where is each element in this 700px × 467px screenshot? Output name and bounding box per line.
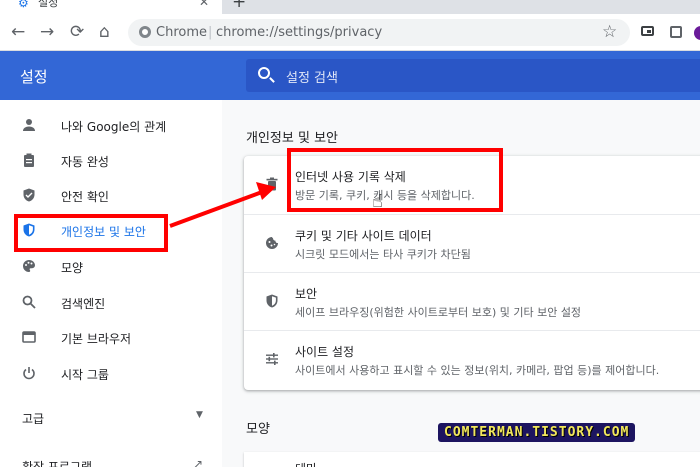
tab-close-icon[interactable]: ✕ [199,0,209,8]
sidebar-item-default-browser[interactable]: 기본 브라우저 [0,321,222,355]
row-title: 사이트 설정 [295,345,355,359]
row-description: 시크릿 모드에서는 타사 쿠키가 차단됨 [295,248,471,261]
sidebar-item-label: 나와 Google의 관계 [61,120,167,134]
sidebar-item-label: 자동 완성 [61,155,109,169]
omnibox-separator: | [208,25,213,40]
annotation-box-row [287,148,503,212]
sidebar-item-label: 안전 확인 [61,190,109,204]
settings-header: 설정 설정 검색 [0,51,700,100]
section-title: 개인정보 및 보안 [246,131,338,146]
chevron-down-icon[interactable]: ▼ [196,410,203,420]
search-icon [21,295,37,311]
browser-icon [21,330,37,346]
sidebar-item-you-and-google[interactable]: 나와 Google의 관계 [0,109,222,143]
row-cookies[interactable]: 쿠키 및 기타 사이트 데이터 시크릿 모드에서는 타사 쿠키가 차단됨 [244,214,700,272]
tab-title: 설정 [38,0,59,9]
home-icon[interactable]: ⌂ [99,22,110,42]
sidebar-item-appearance[interactable]: 모양 [0,250,222,284]
sidebar-advanced[interactable]: 고급 [22,410,44,427]
sidebar-item-on-startup[interactable]: 시작 그룹 [0,357,222,391]
bookmark-star-icon[interactable]: ☆ [602,22,617,42]
site-label: Chrome [156,25,207,40]
row-description: 사이트에서 사용하고 표시할 수 있는 정보(위치, 카메라, 팝업 등)를 제… [295,364,660,377]
row-security[interactable]: 보안 세이프 브라우징(위험한 사이트로부터 보호) 및 기타 보안 설정 [244,272,700,330]
hand-cursor-icon: ☝ [372,191,383,212]
chrome-icon [139,26,151,38]
back-icon[interactable]: ← [11,22,25,42]
appearance-card: 테마 [244,452,700,467]
sidebar-item-label: 모양 [61,261,84,275]
extension-icon[interactable] [670,26,682,38]
shield-icon [264,294,280,310]
sidebar-item-search-engine[interactable]: 검색엔진 [0,286,222,320]
sidebar-item-autofill[interactable]: 자동 완성 [0,144,222,178]
sidebar-item-safety-check[interactable]: 안전 확인 [0,179,222,213]
url-text[interactable]: chrome://settings/privacy [216,25,382,40]
media-icon[interactable] [641,26,654,36]
tab-strip: ⚙ 설정 ✕ + [0,0,700,14]
row-title: 보안 [295,287,318,301]
theme-row[interactable]: 테마 [295,460,317,467]
shield-check-icon [21,188,37,204]
sidebar-item-label: 시작 그룹 [61,368,109,382]
gear-icon: ⚙ [18,0,29,10]
cookie-icon [264,236,280,252]
row-title: 쿠키 및 기타 사이트 데이터 [295,229,432,243]
address-bar[interactable]: Chrome | chrome://settings/privacy ☆ [128,19,630,46]
annotation-box-sidebar [14,214,168,252]
avatar[interactable] [694,26,700,40]
sidebar-item-label: 기본 브라우저 [61,332,132,346]
reload-icon[interactable]: ⟳ [70,22,84,42]
search-placeholder: 설정 검색 [286,71,338,86]
trash-icon [264,177,280,193]
sidebar-item-extensions[interactable]: 확장 프로그램 [22,458,92,467]
person-icon [21,118,37,134]
open-in-new-icon[interactable]: ↗ [193,457,203,467]
tab-settings[interactable]: ⚙ 설정 ✕ [0,0,222,14]
clipboard-icon [21,153,37,169]
row-description: 세이프 브라우징(위험한 사이트로부터 보호) 및 기타 보안 설정 [295,306,582,319]
row-site-settings[interactable]: 사이트 설정 사이트에서 사용하고 표시할 수 있는 정보(위치, 카메라, 팝… [244,330,700,388]
sidebar-item-label: 검색엔진 [61,297,106,311]
palette-icon [21,259,37,275]
watermark: COMTERMAN.TISTORY.COM [438,423,636,442]
new-tab-button[interactable]: + [232,0,246,11]
power-icon [21,366,37,382]
search-input[interactable]: 설정 검색 [246,59,700,92]
tune-icon [264,352,280,368]
sidebar: 나와 Google의 관계 자동 완성 안전 확인 개인정보 및 보안 모양 검… [0,100,222,467]
browser-toolbar: ← → ⟳ ⌂ Chrome | chrome://settings/priva… [0,14,700,51]
search-icon [258,67,270,79]
section-title-appearance: 모양 [246,422,270,437]
forward-icon[interactable]: → [40,22,54,42]
page-title: 설정 [20,68,48,86]
